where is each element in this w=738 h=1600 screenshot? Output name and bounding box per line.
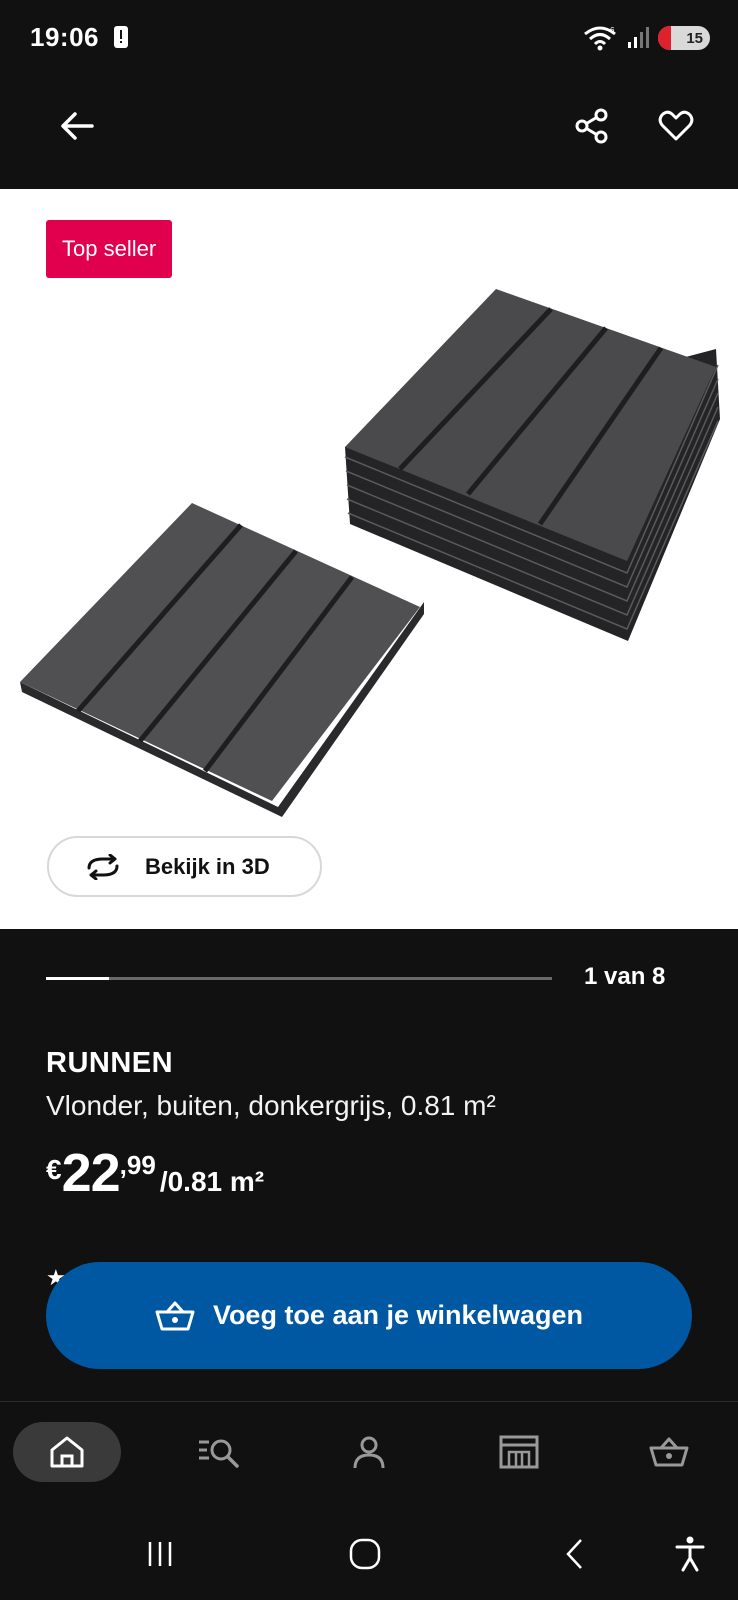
status-bar: 19:06 6 15 xyxy=(0,0,738,78)
back-button[interactable] xyxy=(49,98,105,154)
nav-home[interactable] xyxy=(13,1422,121,1482)
store-icon xyxy=(499,1435,539,1469)
share-button[interactable] xyxy=(564,98,620,154)
top-seller-badge: Top seller xyxy=(46,220,173,278)
user-icon xyxy=(353,1436,385,1469)
accessibility-button[interactable] xyxy=(660,1529,720,1579)
share-icon xyxy=(575,108,608,144)
gallery-progress-bar xyxy=(46,977,552,980)
search-list-icon xyxy=(199,1439,239,1468)
system-navigation xyxy=(0,1509,738,1600)
product-image-gallery[interactable]: Top seller Bekijk in 3D xyxy=(0,189,738,929)
gallery-position-label: 1 van 8 xyxy=(584,963,666,990)
add-to-cart-label: Voeg toe aan je winkelwagen xyxy=(212,1300,584,1330)
app-header xyxy=(0,78,738,189)
wifi-icon: 6 xyxy=(584,26,616,51)
rotate-3d-icon xyxy=(87,853,119,880)
battery-level: 15 xyxy=(686,29,703,47)
battery-icon: 15 xyxy=(658,26,710,50)
bottom-navigation xyxy=(0,1401,738,1509)
nav-search[interactable] xyxy=(165,1422,273,1482)
view-3d-button[interactable]: Bekijk in 3D xyxy=(47,836,322,897)
heart-icon xyxy=(658,110,694,141)
favorite-button[interactable] xyxy=(648,98,704,154)
arrow-left-icon xyxy=(61,112,94,140)
gallery-progress-fill xyxy=(46,977,110,980)
svg-text:6: 6 xyxy=(610,26,615,35)
price-unit: /0.81 m² xyxy=(159,1166,265,1197)
nav-profile[interactable] xyxy=(315,1422,423,1482)
product-image xyxy=(20,289,720,817)
back-system-button[interactable] xyxy=(545,1529,605,1579)
home-icon xyxy=(50,1436,84,1468)
accessibility-icon xyxy=(675,1536,705,1572)
nav-cart[interactable] xyxy=(615,1422,723,1482)
basket-icon xyxy=(649,1437,689,1467)
price-decimals: ,99 xyxy=(119,1150,156,1180)
price-integer: 22 xyxy=(61,1143,121,1203)
product-price: € 22 ,99 /0.81 m² xyxy=(46,1146,264,1200)
recent-apps-icon xyxy=(148,1542,172,1566)
view-3d-label: Bekijk in 3D xyxy=(145,853,270,879)
signal-icon xyxy=(628,27,649,48)
product-description: Vlonder, buiten, donkergrijs, 0.81 m² xyxy=(46,1090,496,1121)
status-time: 19:06 xyxy=(30,22,99,52)
alert-icon xyxy=(114,26,128,48)
basket-icon xyxy=(155,1301,195,1330)
add-to-cart-button[interactable]: Voeg toe aan je winkelwagen xyxy=(46,1262,692,1369)
single-tile xyxy=(20,503,424,817)
chevron-left-icon xyxy=(566,1539,582,1569)
price-currency: € xyxy=(46,1154,62,1185)
home-circle-icon xyxy=(349,1538,381,1570)
home-system-button[interactable] xyxy=(335,1529,395,1579)
recent-apps-button[interactable] xyxy=(130,1529,190,1579)
status-icons: 6 15 xyxy=(582,24,710,52)
tile-stack xyxy=(344,289,720,641)
nav-store[interactable] xyxy=(465,1422,573,1482)
product-name: RUNNEN xyxy=(46,1047,174,1079)
